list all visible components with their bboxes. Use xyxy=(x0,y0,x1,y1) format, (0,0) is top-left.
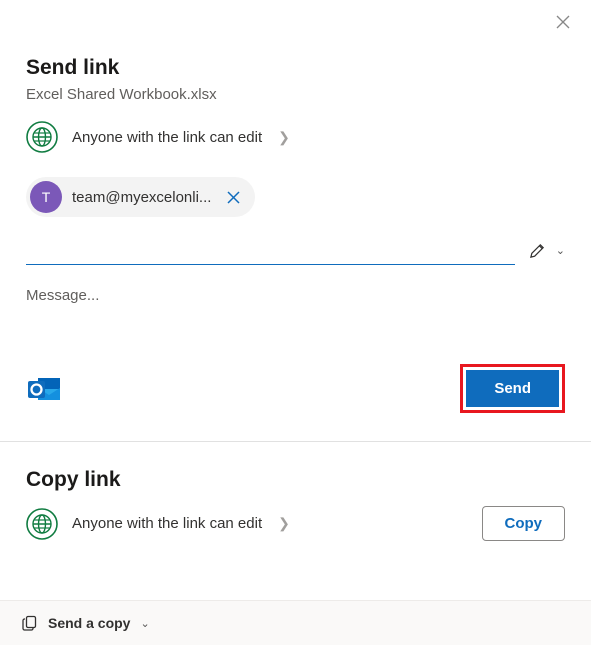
recipient-input[interactable] xyxy=(26,235,515,265)
recipient-email: team@myexcelonli... xyxy=(72,189,211,206)
avatar: T xyxy=(30,181,62,213)
chevron-down-icon: ⌄ xyxy=(556,244,565,257)
copy-permission-label: Anyone with the link can edit xyxy=(72,515,262,532)
close-button[interactable] xyxy=(553,12,573,32)
copy-file-icon xyxy=(22,615,38,631)
remove-recipient-button[interactable] xyxy=(221,185,245,209)
copy-link-section: Copy link Anyone with the link can edit … xyxy=(0,442,591,571)
dialog-title: Send link xyxy=(26,56,565,80)
chevron-down-icon: ⌄ xyxy=(140,617,149,630)
send-a-copy-label: Send a copy xyxy=(48,615,130,631)
recipient-chip[interactable]: T team@myexcelonli... xyxy=(26,177,255,217)
edit-permission-dropdown[interactable]: ⌄ xyxy=(529,242,565,265)
close-icon xyxy=(556,15,570,29)
copy-link-title: Copy link xyxy=(26,468,565,492)
permission-label: Anyone with the link can edit xyxy=(72,129,262,146)
send-link-section: Send link Excel Shared Workbook.xlsx Any… xyxy=(0,0,591,413)
globe-icon[interactable] xyxy=(26,508,58,540)
send-a-copy-dropdown[interactable]: Send a copy ⌄ xyxy=(0,600,591,645)
pencil-icon xyxy=(529,242,546,259)
chevron-right-icon: ❯ xyxy=(278,515,290,532)
globe-icon xyxy=(26,121,58,153)
outlook-icon xyxy=(26,371,62,407)
filename-label: Excel Shared Workbook.xlsx xyxy=(26,86,565,103)
send-button[interactable]: Send xyxy=(466,370,559,407)
copy-button[interactable]: Copy xyxy=(482,506,566,541)
close-icon xyxy=(227,191,240,204)
message-input[interactable] xyxy=(26,287,565,304)
permission-selector[interactable]: Anyone with the link can edit ❯ xyxy=(26,117,565,157)
chevron-right-icon: ❯ xyxy=(278,129,290,146)
send-button-highlight: Send xyxy=(460,364,565,413)
